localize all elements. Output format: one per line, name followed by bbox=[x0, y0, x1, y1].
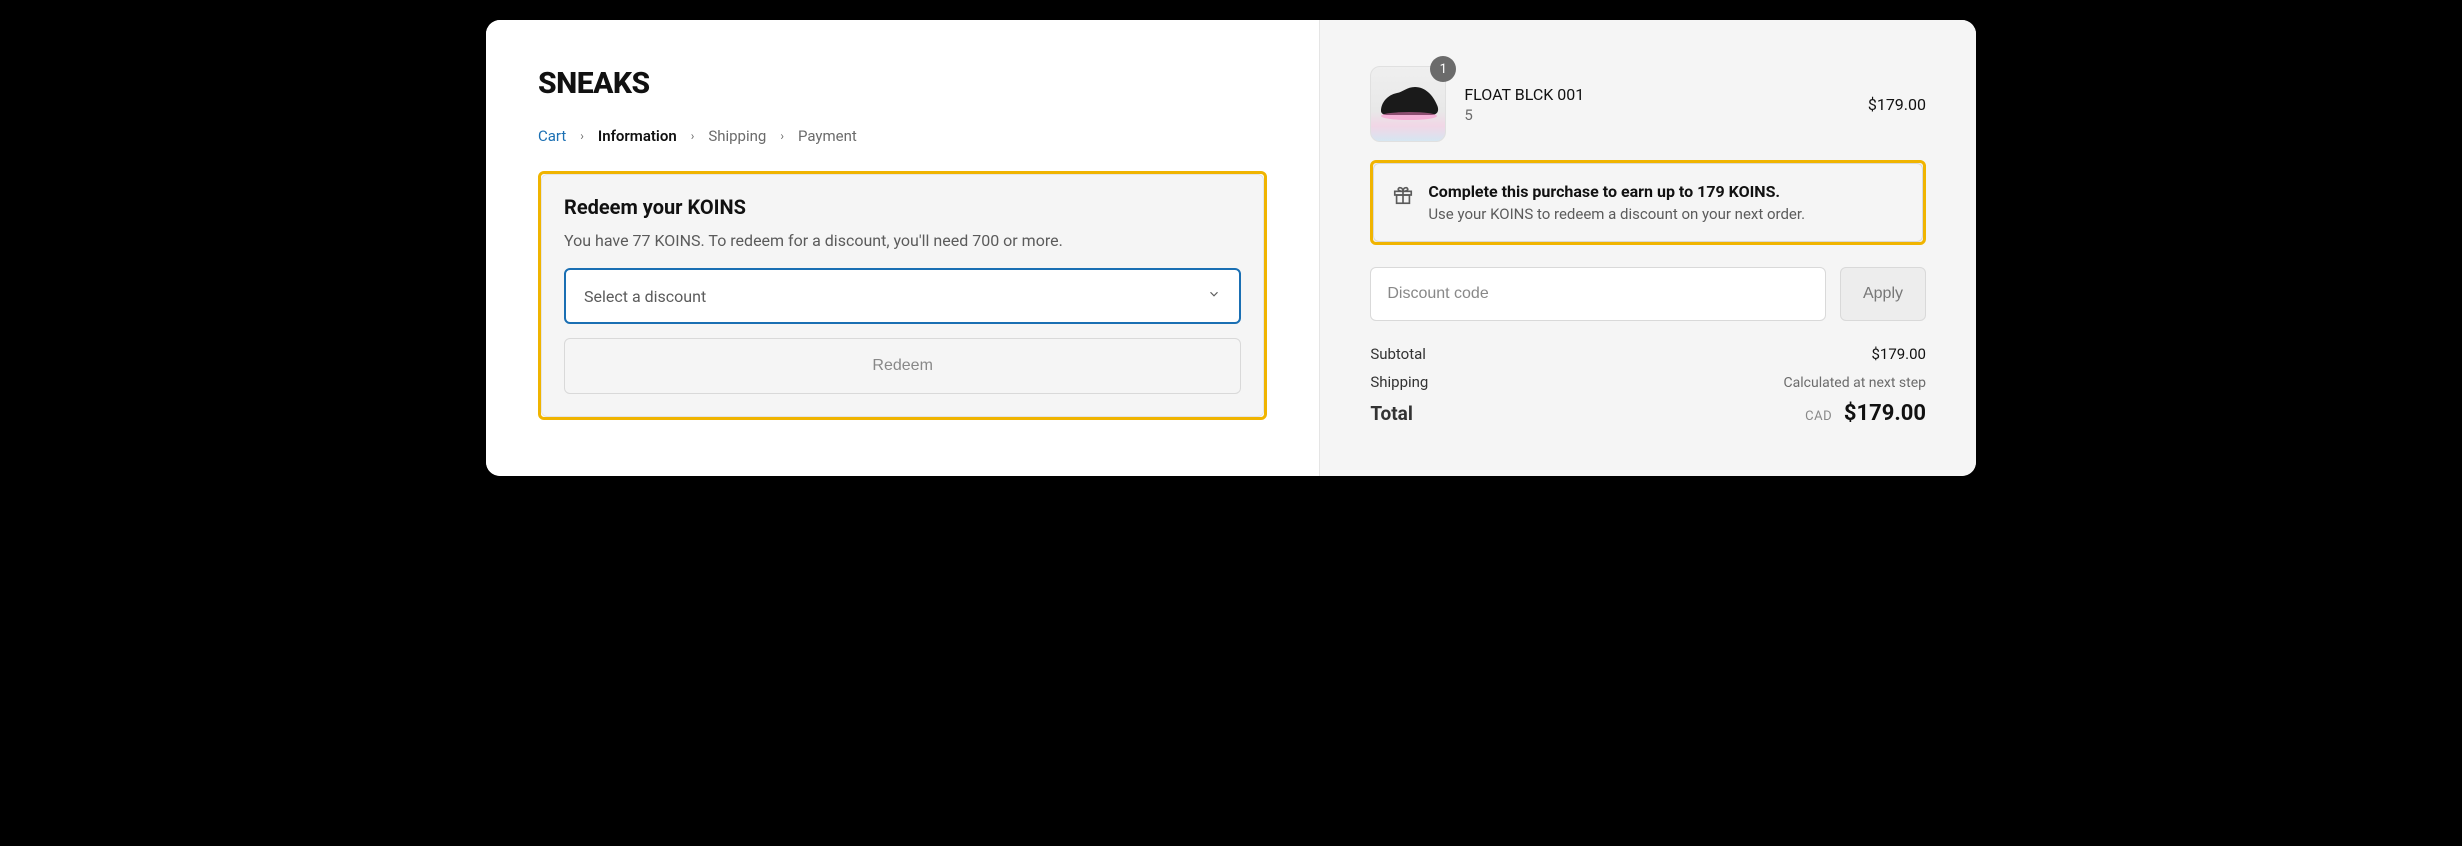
subtotal-label: Subtotal bbox=[1370, 345, 1426, 363]
subtotal-row: Subtotal $179.00 bbox=[1370, 345, 1926, 363]
earn-text: Complete this purchase to earn up to 179… bbox=[1428, 182, 1805, 223]
cart-item: 1 FLOAT BLCK 001 5 $179.00 bbox=[1370, 66, 1926, 142]
left-pane: SNEAKS Cart › Information › Shipping › P… bbox=[486, 20, 1320, 476]
redeem-card: Redeem your KOINS You have 77 KOINS. To … bbox=[541, 174, 1264, 417]
cart-item-price: $179.00 bbox=[1868, 95, 1926, 114]
breadcrumb-shipping: Shipping bbox=[708, 127, 766, 145]
discount-select-placeholder: Select a discount bbox=[584, 287, 706, 306]
discount-code-input[interactable] bbox=[1370, 267, 1826, 321]
chevron-right-icon: › bbox=[780, 129, 784, 143]
redeem-highlight: Redeem your KOINS You have 77 KOINS. To … bbox=[538, 171, 1267, 420]
earn-box: Complete this purchase to earn up to 179… bbox=[1373, 163, 1923, 242]
brand-logo: SNEAKS bbox=[538, 66, 1267, 101]
redeem-button[interactable]: Redeem bbox=[564, 338, 1241, 394]
total-label: Total bbox=[1370, 402, 1413, 425]
gift-icon bbox=[1392, 184, 1414, 210]
discount-select[interactable]: Select a discount bbox=[564, 268, 1241, 324]
earn-highlight: Complete this purchase to earn up to 179… bbox=[1370, 160, 1926, 245]
breadcrumb-cart[interactable]: Cart bbox=[538, 127, 566, 145]
product-thumbnail-wrap: 1 bbox=[1370, 66, 1446, 142]
sneaker-icon bbox=[1377, 81, 1441, 121]
cart-item-meta: FLOAT BLCK 001 5 bbox=[1464, 85, 1850, 124]
chevron-down-icon bbox=[1207, 287, 1221, 305]
total-currency: CAD bbox=[1805, 409, 1832, 424]
total-value: $179.00 bbox=[1844, 401, 1926, 426]
breadcrumb-information: Information bbox=[598, 127, 677, 145]
redeem-subtitle: You have 77 KOINS. To redeem for a disco… bbox=[564, 231, 1241, 250]
redeem-title: Redeem your KOINS bbox=[564, 195, 1241, 219]
shipping-row: Shipping Calculated at next step bbox=[1370, 373, 1926, 391]
cart-item-name: FLOAT BLCK 001 bbox=[1464, 85, 1850, 104]
apply-button[interactable]: Apply bbox=[1840, 267, 1926, 321]
chevron-right-icon: › bbox=[580, 129, 584, 143]
quantity-badge: 1 bbox=[1430, 56, 1456, 82]
earn-title: Complete this purchase to earn up to 179… bbox=[1428, 182, 1805, 201]
chevron-right-icon: › bbox=[691, 129, 695, 143]
discount-row: Apply bbox=[1370, 267, 1926, 321]
totals: Subtotal $179.00 Shipping Calculated at … bbox=[1370, 345, 1926, 426]
subtotal-value: $179.00 bbox=[1871, 345, 1926, 363]
cart-item-variant: 5 bbox=[1464, 106, 1850, 124]
breadcrumb: Cart › Information › Shipping › Payment bbox=[538, 127, 1267, 145]
shipping-value: Calculated at next step bbox=[1784, 375, 1926, 391]
earn-subtitle: Use your KOINS to redeem a discount on y… bbox=[1428, 205, 1805, 223]
checkout-frame: SNEAKS Cart › Information › Shipping › P… bbox=[486, 20, 1976, 476]
breadcrumb-payment: Payment bbox=[798, 127, 857, 145]
total-row: Total CAD $179.00 bbox=[1370, 401, 1926, 426]
right-pane: 1 FLOAT BLCK 001 5 $179.00 bbox=[1320, 20, 1976, 476]
shipping-label: Shipping bbox=[1370, 373, 1428, 391]
